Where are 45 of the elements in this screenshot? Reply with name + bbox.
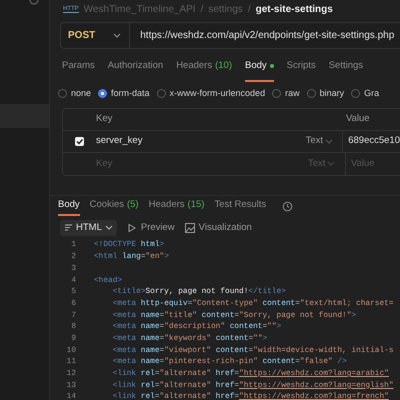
- breadcrumb-current: get-site-settings: [256, 3, 333, 18]
- checkbox[interactable]: [75, 136, 84, 146]
- column-header: Value: [346, 112, 370, 126]
- play-icon: [126, 222, 137, 233]
- tab[interactable]: Scripts: [286, 59, 316, 82]
- image-icon: [184, 222, 195, 233]
- tab[interactable]: Test Results: [214, 196, 266, 216]
- url-field[interactable]: https://weshdz.com/api/v2/endpoints/get-site-settings.php: [130, 28, 394, 44]
- visualization-button[interactable]: Visualization: [184, 220, 252, 235]
- tab[interactable]: Params: [62, 59, 95, 82]
- format-icon: [64, 223, 73, 232]
- radio-label[interactable]: none: [71, 86, 92, 100]
- tab[interactable]: Headers (15): [148, 196, 204, 216]
- radio-label[interactable]: binary: [320, 86, 344, 100]
- chevron-icon: [325, 138, 334, 145]
- table-cell: 689ecc5e10: [348, 134, 400, 148]
- type-dropdown[interactable]: Text: [306, 130, 344, 152]
- radio-button[interactable]: [306, 89, 316, 98]
- history-icon[interactable]: [282, 200, 294, 212]
- preview-button[interactable]: Preview: [126, 220, 175, 235]
- radio-label[interactable]: form-data: [111, 86, 150, 100]
- tab[interactable]: Settings: [328, 59, 364, 82]
- tab[interactable]: Body: [58, 196, 80, 216]
- check-icon: [76, 138, 84, 145]
- table-cell-text: server_key: [96, 134, 144, 148]
- radio-label[interactable]: Gra: [364, 86, 380, 100]
- radio-button[interactable]: [98, 89, 108, 98]
- radio-button[interactable]: [58, 89, 67, 98]
- tab[interactable]: Cookies (5): [90, 196, 139, 216]
- radio-button[interactable]: [351, 89, 360, 98]
- method-dropdown[interactable]: POST: [61, 23, 130, 48]
- breadcrumb-separator: /: [200, 3, 204, 18]
- format-dropdown[interactable]: HTML: [60, 220, 117, 236]
- radio-label[interactable]: raw: [285, 86, 300, 100]
- radio-button[interactable]: [156, 89, 166, 98]
- column-header: Key: [96, 112, 114, 126]
- tab[interactable]: Headers (10): [176, 59, 232, 82]
- chevron-icon: [327, 160, 336, 168]
- radio-button[interactable]: [272, 89, 282, 98]
- tab[interactable]: Body: [245, 59, 274, 82]
- breadcrumb-separator: /: [248, 3, 251, 18]
- chevron-icon: [104, 224, 113, 232]
- radio-label[interactable]: x-www-form-urlencoded: [170, 86, 266, 100]
- tab[interactable]: Authorization: [108, 59, 164, 82]
- chevron-icon: [113, 32, 122, 40]
